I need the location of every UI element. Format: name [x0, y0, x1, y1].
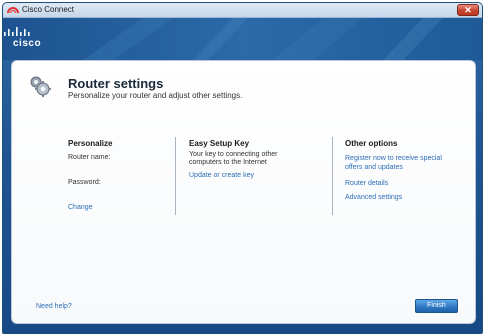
easy-setup-section: Easy Setup Key Your key to connecting ot…	[189, 139, 277, 180]
other-options-section: Other options Register now to receive sp…	[345, 139, 442, 202]
page-subtitle: Personalize your router and adjust other…	[68, 91, 243, 100]
page-title: Router settings	[68, 76, 164, 91]
finish-button[interactable]: Finish	[415, 299, 458, 313]
advanced-settings-link[interactable]: Advanced settings	[345, 193, 442, 202]
cisco-app-icon	[7, 7, 19, 14]
change-link[interactable]: Change	[68, 203, 112, 212]
router-details-link[interactable]: Router details	[345, 179, 442, 188]
register-link[interactable]: Register now to receive special offers a…	[345, 154, 442, 172]
close-icon: ✕	[464, 5, 472, 15]
easy-setup-description-2: computers to the Internet	[189, 159, 267, 166]
window-title: Cisco Connect	[22, 5, 75, 14]
easy-setup-heading: Easy Setup Key	[189, 139, 250, 148]
gear-icon	[30, 76, 51, 97]
personalize-heading: Personalize	[68, 139, 113, 148]
personalize-section: Personalize Router name: Password: Chang…	[68, 139, 112, 212]
need-help-link[interactable]: Need help?	[36, 303, 72, 310]
content-panel: Router settings Personalize your router …	[11, 60, 476, 324]
register-link-line1: Register now to receive special	[345, 155, 442, 162]
column-divider	[175, 137, 176, 215]
column-divider	[332, 137, 333, 215]
cisco-logo-text: cisco	[13, 38, 42, 49]
title-bar: Cisco Connect ✕	[3, 3, 482, 18]
update-key-link[interactable]: Update or create key	[189, 171, 277, 180]
other-options-heading: Other options	[345, 139, 398, 148]
banner-background	[3, 18, 482, 60]
close-button[interactable]: ✕	[457, 4, 479, 16]
register-link-line2: offers and updates	[345, 164, 403, 171]
app-window: Cisco Connect ✕ cisco Router settings Pe…	[2, 2, 483, 334]
header-banner: cisco	[3, 18, 482, 60]
easy-setup-description: Your key to connecting other	[189, 151, 278, 158]
password-label: Password:	[68, 179, 101, 186]
router-name-label: Router name:	[68, 154, 111, 161]
